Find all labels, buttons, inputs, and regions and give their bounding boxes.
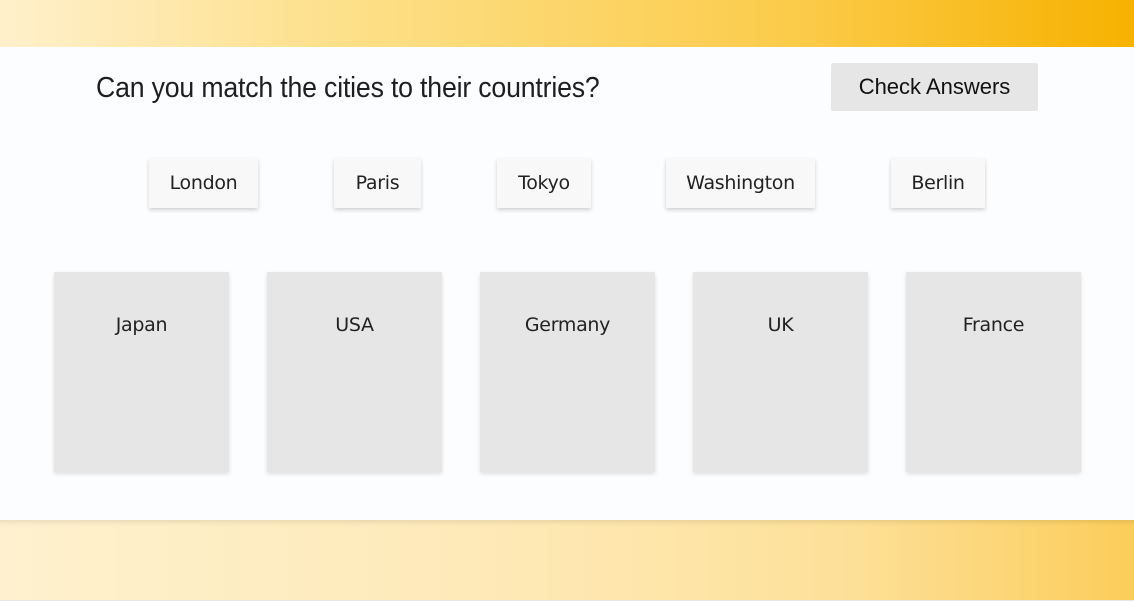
top-decorative-band	[0, 0, 1134, 47]
check-answers-button[interactable]: Check Answers	[831, 63, 1038, 111]
country-label-germany: Germany	[524, 314, 611, 336]
city-card-washington[interactable]: Washington	[666, 158, 815, 208]
country-label-france: France	[962, 314, 1025, 336]
country-dropzone-japan[interactable]: Japan	[54, 272, 229, 472]
country-dropzone-france[interactable]: France	[906, 272, 1081, 472]
city-card-berlin[interactable]: Berlin	[891, 158, 985, 208]
country-label-usa: USA	[335, 314, 374, 336]
city-card-tokyo[interactable]: Tokyo	[497, 158, 591, 208]
country-dropzone-uk[interactable]: UK	[693, 272, 868, 472]
city-card-paris[interactable]: Paris	[334, 158, 421, 208]
country-dropzone-germany[interactable]: Germany	[480, 272, 655, 472]
country-dropzone-usa[interactable]: USA	[267, 272, 442, 472]
country-label-uk: UK	[767, 314, 794, 336]
city-card-london[interactable]: London	[149, 158, 258, 208]
bottom-decorative-band	[0, 520, 1134, 600]
page-title: Can you match the cities to their countr…	[96, 72, 600, 104]
country-label-japan: Japan	[115, 314, 168, 336]
